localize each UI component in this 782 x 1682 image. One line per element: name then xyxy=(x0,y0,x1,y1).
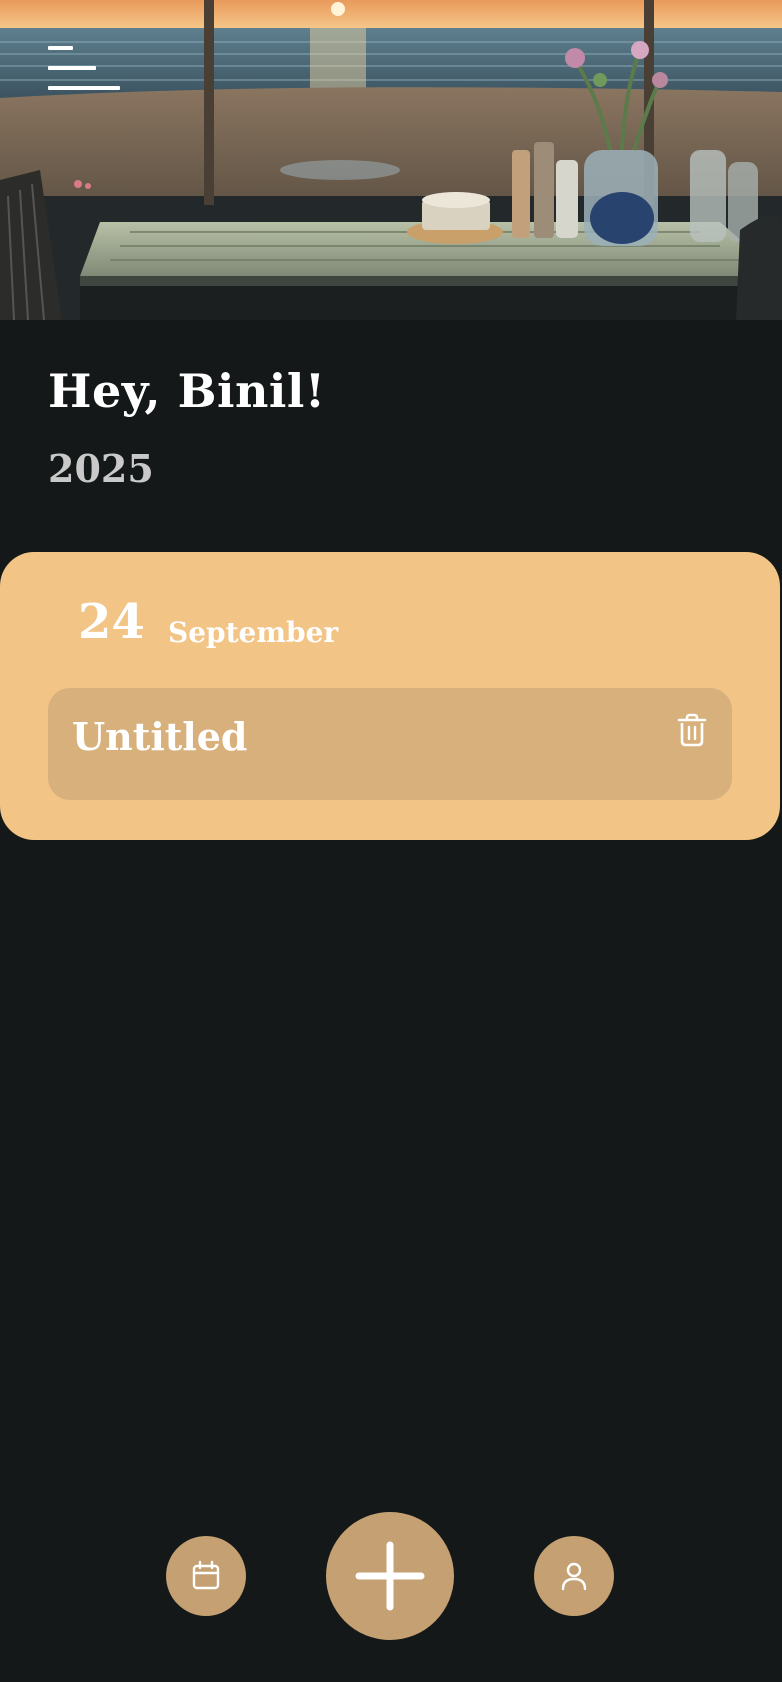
day-group-card: 24 September Untitled xyxy=(0,552,780,840)
profile-button[interactable] xyxy=(534,1536,614,1616)
user-icon xyxy=(561,1562,587,1591)
calendar-icon xyxy=(192,1560,220,1590)
day-number: 24 xyxy=(78,594,145,650)
add-entry-button[interactable] xyxy=(326,1512,454,1640)
journal-entry[interactable]: Untitled xyxy=(48,688,732,800)
menu-icon-line xyxy=(48,66,96,70)
day-month: September xyxy=(168,616,339,649)
hamburger-menu-icon xyxy=(48,46,73,50)
trash-icon xyxy=(677,713,707,747)
greeting-title: Hey, Binil! xyxy=(48,364,326,418)
menu-button[interactable] xyxy=(44,44,124,96)
plus-icon xyxy=(355,1541,425,1611)
calendar-button[interactable] xyxy=(166,1536,246,1616)
delete-entry-button[interactable] xyxy=(672,710,712,750)
menu-icon-line xyxy=(48,86,120,90)
year-label: 2025 xyxy=(48,446,154,491)
entry-title: Untitled xyxy=(72,714,248,759)
